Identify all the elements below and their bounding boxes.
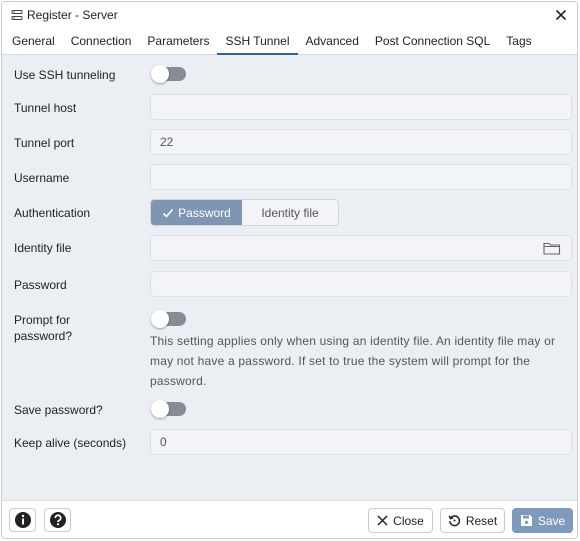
auth-option-password[interactable]: Password bbox=[151, 200, 242, 225]
toggle-knob bbox=[151, 400, 169, 418]
help-button[interactable] bbox=[44, 508, 71, 532]
tab-tags[interactable]: Tags bbox=[498, 28, 539, 54]
folder-icon[interactable] bbox=[543, 241, 561, 255]
auth-option-identity-file[interactable]: Identity file bbox=[242, 200, 338, 225]
identity-file-input[interactable] bbox=[150, 235, 572, 261]
help-line-3: password. bbox=[150, 374, 207, 388]
password-label: Password bbox=[14, 278, 67, 292]
prompt-password-label-line2: password? bbox=[14, 329, 73, 343]
tab-bar: General Connection Parameters SSH Tunnel… bbox=[2, 28, 577, 55]
register-server-dialog: Register - Server General Connection Par… bbox=[1, 1, 578, 539]
close-button[interactable]: Close bbox=[368, 508, 433, 533]
dialog-titlebar[interactable]: Register - Server bbox=[2, 2, 577, 28]
reset-button-label: Reset bbox=[465, 513, 498, 528]
authentication-toggle-group: Password Identity file bbox=[150, 199, 339, 226]
username-label: Username bbox=[14, 171, 70, 185]
keep-alive-input[interactable] bbox=[150, 429, 572, 455]
dialog-footer: Close Reset Save bbox=[2, 500, 577, 538]
authentication-label: Authentication bbox=[14, 206, 91, 220]
reset-button[interactable]: Reset bbox=[440, 508, 505, 533]
tab-general[interactable]: General bbox=[4, 28, 63, 54]
use-ssh-label: Use SSH tunneling bbox=[14, 68, 116, 82]
save-button-label: Save bbox=[537, 513, 566, 528]
help-icon bbox=[49, 512, 66, 528]
help-line-2: may not have a password. If set to true … bbox=[150, 354, 531, 368]
tab-advanced[interactable]: Advanced bbox=[298, 28, 367, 54]
tab-ssh-tunnel[interactable]: SSH Tunnel bbox=[217, 28, 298, 55]
auth-option-password-label: Password bbox=[178, 205, 231, 220]
tunnel-port-label: Tunnel port bbox=[14, 136, 75, 150]
auth-option-identity-file-label: Identity file bbox=[261, 205, 319, 220]
info-icon bbox=[14, 512, 31, 528]
server-icon bbox=[11, 10, 23, 20]
reset-icon bbox=[448, 515, 460, 527]
prompt-password-help: This setting applies only when using an … bbox=[150, 331, 570, 391]
save-password-toggle[interactable] bbox=[151, 400, 186, 418]
tab-post-connection-sql[interactable]: Post Connection SQL bbox=[367, 28, 498, 54]
save-password-label: Save password? bbox=[14, 403, 103, 417]
save-button[interactable]: Save bbox=[512, 508, 573, 533]
tab-parameters[interactable]: Parameters bbox=[139, 28, 217, 54]
username-input[interactable] bbox=[150, 164, 572, 190]
tab-connection[interactable]: Connection bbox=[63, 28, 140, 54]
tunnel-host-input[interactable] bbox=[150, 94, 572, 120]
info-button[interactable] bbox=[9, 508, 36, 532]
identity-file-label: Identity file bbox=[14, 241, 72, 255]
prompt-password-label-line1: Prompt for bbox=[14, 313, 71, 327]
password-input[interactable] bbox=[150, 271, 572, 297]
close-icon[interactable] bbox=[553, 7, 569, 23]
check-icon bbox=[163, 208, 174, 218]
dialog-title: Register - Server bbox=[27, 8, 118, 22]
close-button-label: Close bbox=[393, 513, 424, 528]
tunnel-host-label: Tunnel host bbox=[14, 101, 77, 115]
close-icon bbox=[377, 515, 388, 526]
keep-alive-label: Keep alive (seconds) bbox=[14, 436, 127, 450]
help-line-1: This setting applies only when using an … bbox=[150, 334, 556, 348]
toggle-knob bbox=[151, 310, 169, 328]
use-ssh-toggle[interactable] bbox=[151, 65, 186, 83]
tunnel-port-input[interactable] bbox=[150, 129, 572, 155]
toggle-knob bbox=[151, 65, 169, 83]
save-icon bbox=[520, 515, 532, 526]
prompt-password-toggle[interactable] bbox=[151, 310, 186, 328]
